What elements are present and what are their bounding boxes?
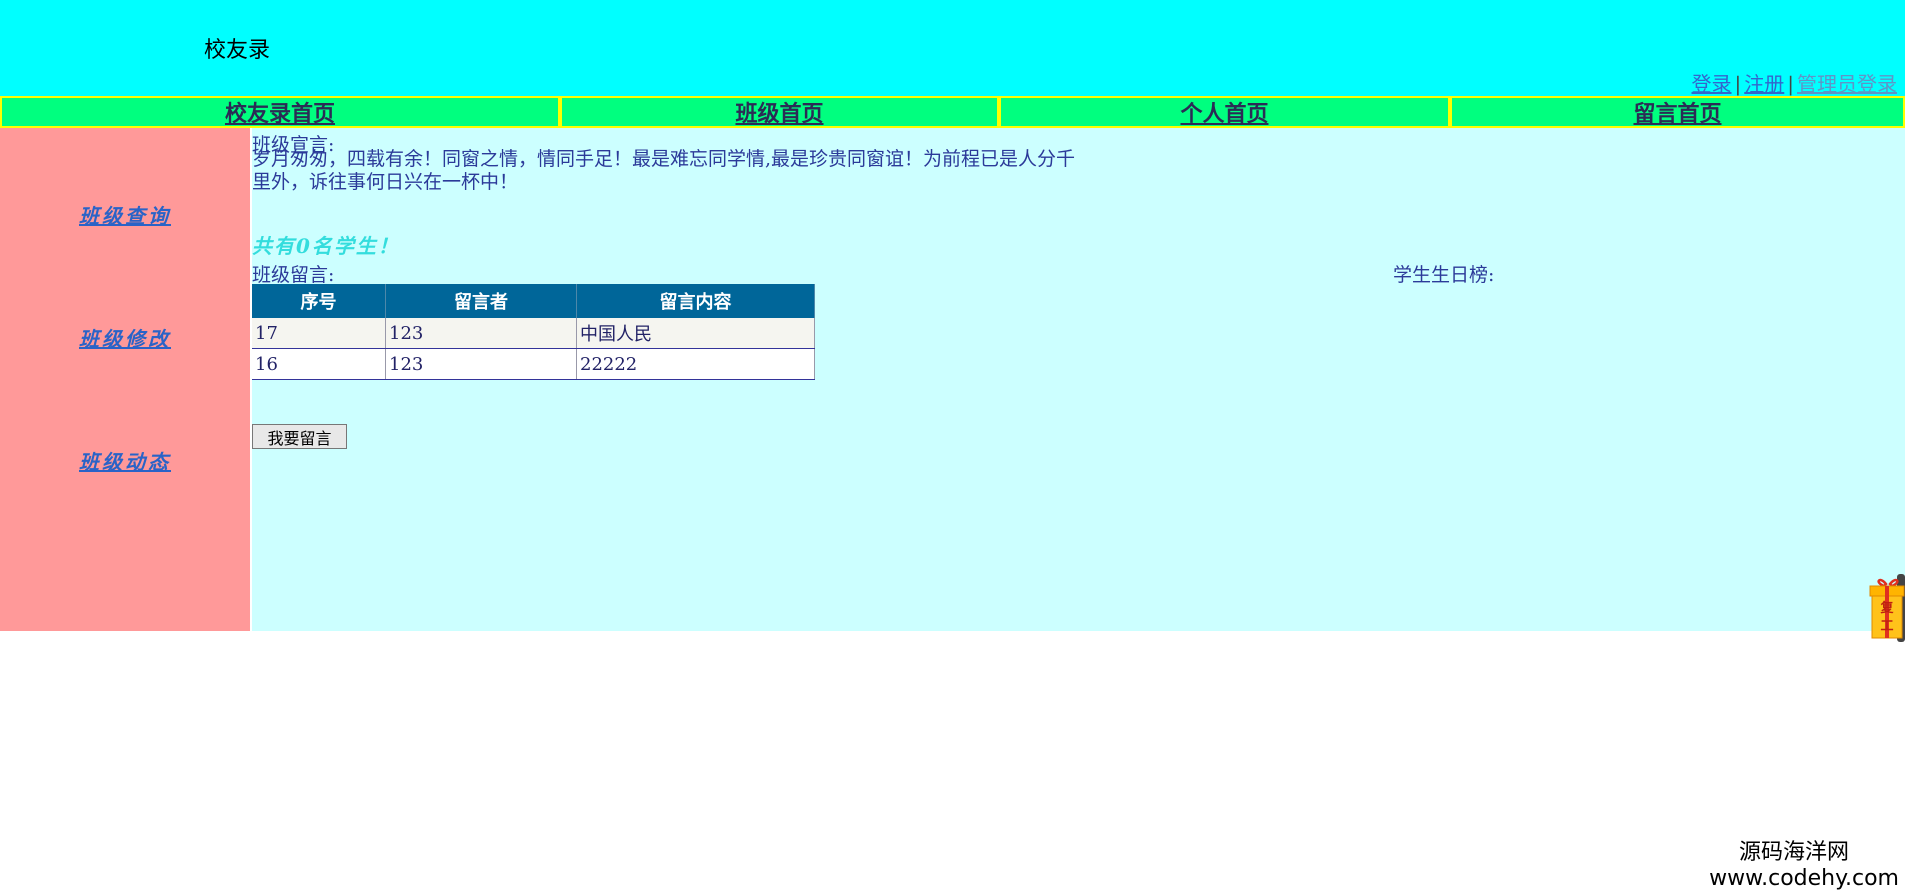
column-header-content: 留言内容 — [576, 284, 815, 318]
login-link[interactable]: 登录 — [1692, 72, 1732, 96]
messages-table: 序号 留言者 留言内容 17 123 中国人民 16 123 22222 — [252, 284, 815, 380]
student-count: 共有0名学生！ — [252, 234, 400, 258]
messages-label: 班级留言: — [252, 264, 335, 286]
register-link[interactable]: 注册 — [1744, 72, 1784, 96]
cell-author: 123 — [385, 348, 577, 380]
cell-id: 16 — [252, 348, 386, 380]
sidebar-item-class-edit[interactable]: 班级修改 — [0, 323, 250, 352]
admin-login-link[interactable]: 管理员登录 — [1797, 72, 1897, 96]
sidebar-item-class-search[interactable]: 班级查询 — [0, 200, 250, 229]
column-header-author: 留言者 — [385, 284, 577, 318]
floating-gift-widget[interactable]: 复 工 — [1868, 574, 1905, 642]
table-row: 16 123 22222 — [252, 348, 815, 380]
watermark-url: www.codehy.com — [1709, 866, 1899, 891]
widget-label-part: 工 — [1880, 619, 1893, 634]
widget-label-part: 复 — [1879, 600, 1894, 616]
watermark-site-name: 源码海洋网 — [1738, 840, 1849, 865]
auth-links: 登录 | 注册 | 管理员登录 — [1692, 68, 1898, 97]
column-header-id: 序号 — [252, 284, 386, 318]
declaration-text: 岁月匆匆，四载有余！同窗之情，情同手足！最是难忘同学情,最是珍贵同窗谊！为前程已… — [252, 148, 1076, 193]
cell-content: 中国人民 — [576, 318, 815, 349]
sidebar: 班级查询 班级修改 班级动态 — [0, 128, 250, 631]
cell-content: 22222 — [576, 348, 815, 380]
nav-item-message-home[interactable]: 留言首页 — [1450, 96, 1905, 128]
gift-icon: 复 工 — [1869, 574, 1905, 642]
main-content: 班级宣言: 岁月匆匆，四载有余！同窗之情，情同手足！最是难忘同学情,最是珍贵同窗… — [252, 128, 1905, 631]
table-row: 17 123 中国人民 — [252, 318, 815, 349]
watermark: 源码海洋网 www.codehy.com — [1709, 834, 1899, 891]
main-nav: 校友录首页 班级首页 个人首页 留言首页 — [0, 96, 1905, 128]
page: 校友录 登录 | 注册 | 管理员登录 校友录首页 班级首页 个人首页 留言首页 班级查… — [0, 0, 1905, 893]
site-header: 校友录 登录 | 注册 | 管理员登录 — [0, 0, 1905, 96]
cell-author: 123 — [385, 318, 577, 349]
leave-message-button[interactable]: 我要留言 — [252, 424, 347, 449]
nav-item-personal-home[interactable]: 个人首页 — [999, 96, 1450, 128]
nav-item-alumni-home[interactable]: 校友录首页 — [0, 96, 560, 128]
auth-separator: | — [1787, 72, 1794, 96]
auth-separator: | — [1734, 72, 1742, 96]
nav-item-class-home[interactable]: 班级首页 — [560, 96, 999, 128]
birthday-label: 学生生日榜: — [1393, 264, 1495, 286]
sidebar-item-class-news[interactable]: 班级动态 — [0, 446, 250, 475]
table-header-row: 序号 留言者 留言内容 — [252, 284, 815, 318]
site-title: 校友录 — [204, 38, 271, 63]
cell-id: 17 — [252, 318, 386, 349]
